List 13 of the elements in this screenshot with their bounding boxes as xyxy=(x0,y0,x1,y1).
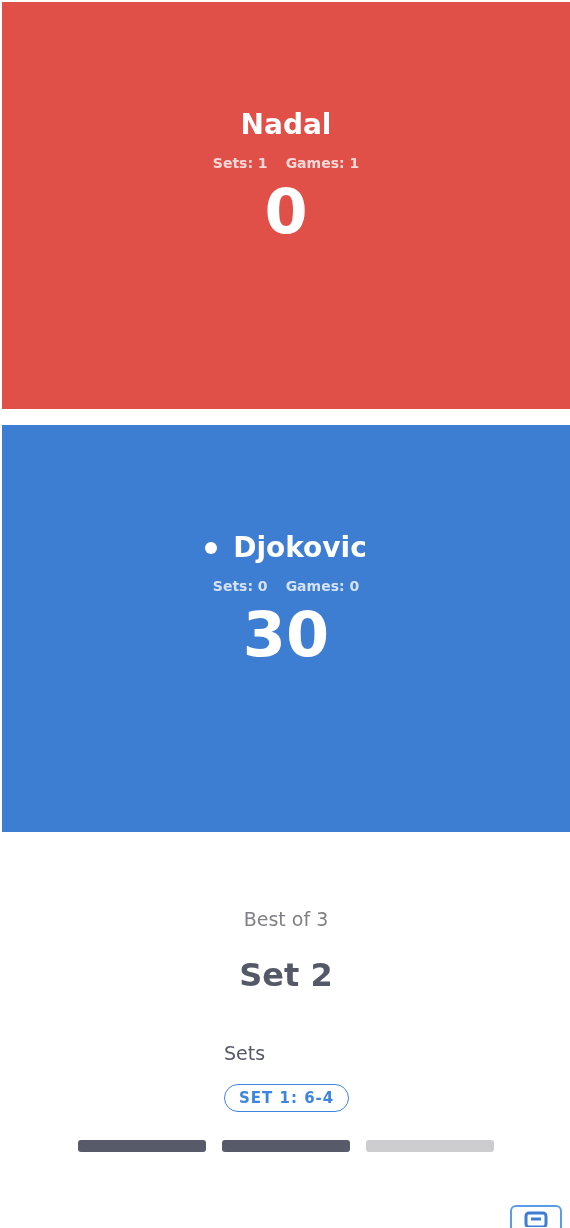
current-set: Set 2 xyxy=(239,956,333,994)
sets-count: Sets: 1 xyxy=(212,155,268,171)
player-panel[interactable]: Djokovic Sets: 0 Games: 0 30 xyxy=(2,425,570,832)
sets-count: Sets: 0 xyxy=(212,578,268,594)
games-count: Games: 0 xyxy=(285,578,360,594)
sets-heading: Sets xyxy=(224,1042,266,1064)
games-count: Games: 1 xyxy=(285,155,360,171)
player-name: Djokovic xyxy=(233,531,367,564)
player-name: Nadal xyxy=(240,108,332,141)
point-score: 30 xyxy=(242,604,330,666)
match-format: Best of 3 xyxy=(243,908,329,930)
player-panel[interactable]: Nadal Sets: 1 Games: 1 0 xyxy=(2,2,570,409)
point-score: 0 xyxy=(264,181,308,243)
